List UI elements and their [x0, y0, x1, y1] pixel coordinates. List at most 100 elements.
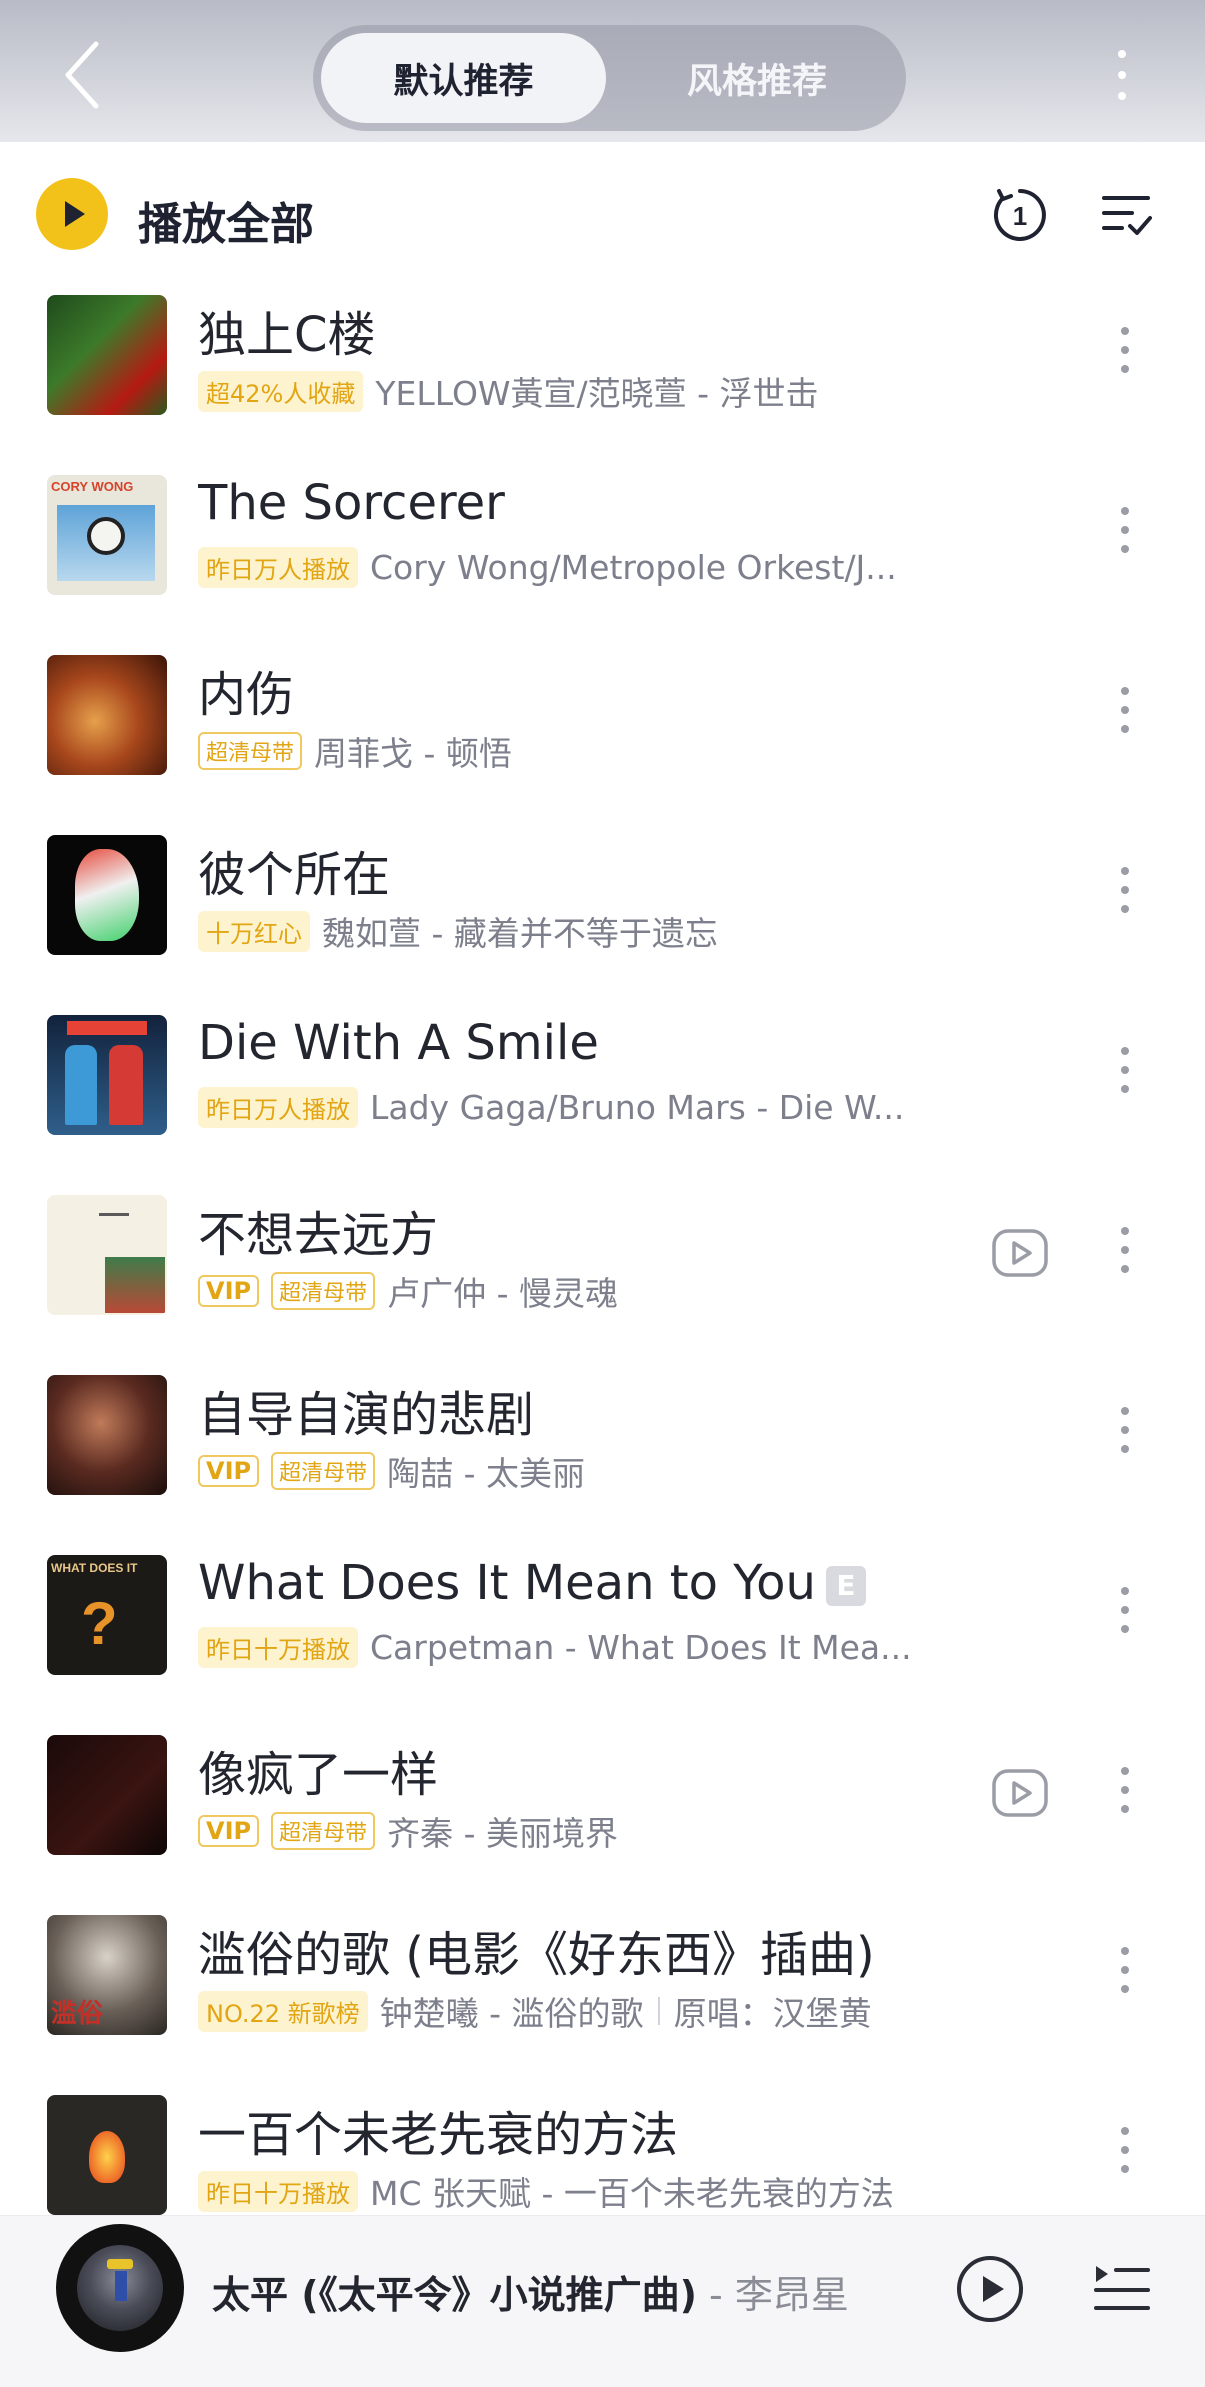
- now-playing-disc[interactable]: [56, 2224, 184, 2352]
- vip-badge: VIP: [198, 1275, 260, 1307]
- now-playing-title[interactable]: 太平 (《太平令》小说推广曲) - 李昂星: [212, 2264, 849, 2319]
- song-tag: 超清母带: [198, 732, 303, 770]
- album-cover: CORY WONG: [47, 475, 167, 595]
- play-all-button[interactable]: [36, 178, 108, 250]
- song-tag: NO.22 新歌榜: [198, 1990, 368, 2032]
- song-subtitle: 超清母带 周菲戈 - 顿悟: [198, 727, 512, 775]
- song-more-button[interactable]: [1110, 1755, 1140, 1825]
- now-playing-song: 太平 (《太平令》小说推广曲): [212, 2273, 697, 2317]
- song-subtitle: 昨日万人播放 Lady Gaga/Bruno Mars - Die W...: [198, 1087, 904, 1128]
- song-subtitle: NO.22 新歌榜 钟楚曦 - 滥俗的歌 原唱：汉堡黄: [198, 1987, 872, 2035]
- mv-play-icon[interactable]: [990, 1223, 1050, 1283]
- album-cover: [47, 1015, 167, 1135]
- single-loop-icon[interactable]: 1: [990, 185, 1050, 245]
- song-title-text: 不想去远方: [198, 1207, 439, 1263]
- song-more-button[interactable]: [1110, 1935, 1140, 2005]
- vip-badge: VIP: [198, 1815, 260, 1847]
- playlist-icon[interactable]: [1092, 2260, 1152, 2316]
- back-button[interactable]: [52, 38, 112, 112]
- song-title-text: What Does It Mean to You: [198, 1555, 816, 1611]
- song-row[interactable]: 独上C楼 超42%人收藏 YELLOW黃宣/范晓萱 - 浮世击: [0, 285, 1205, 465]
- more-vertical-icon: [1121, 1767, 1129, 1775]
- song-tag: 昨日万人播放: [198, 1087, 358, 1128]
- song-tag: 昨日十万播放: [198, 1627, 358, 1668]
- multi-select-icon[interactable]: [1100, 186, 1152, 242]
- artist-album: Carpetman - What Does It Mea...: [370, 1628, 912, 1667]
- song-tag: 超清母带: [271, 1272, 376, 1310]
- album-cover: 滥俗: [47, 1915, 167, 2035]
- song-title-text: 一百个未老先衰的方法: [198, 2107, 679, 2163]
- song-subtitle: 昨日十万播放 MC 张天赋 - 一百个未老先衰的方法: [198, 2167, 894, 2215]
- song-title: 滥俗的歌 (电影《好东西》插曲): [198, 1915, 875, 1985]
- artist-album: Lady Gaga/Bruno Mars - Die W...: [370, 1088, 905, 1127]
- song-title-text: 独上C楼: [198, 307, 376, 363]
- song-more-button[interactable]: [1110, 1035, 1140, 1105]
- album-cover: [47, 2095, 167, 2215]
- song-title: 内伤: [198, 655, 294, 725]
- song-row[interactable]: Die With A Smile 昨日万人播放 Lady Gaga/Bruno M…: [0, 1005, 1205, 1185]
- song-tag: 十万红心: [198, 910, 310, 952]
- top-bar: 默认推荐 风格推荐: [0, 0, 1205, 142]
- song-subtitle: VIP 超清母带 齐秦 - 美丽境界: [198, 1807, 618, 1855]
- song-more-button[interactable]: [1110, 495, 1140, 565]
- mv-play-icon[interactable]: [990, 1763, 1050, 1823]
- song-row[interactable]: 像疯了一样 VIP 超清母带 齐秦 - 美丽境界: [0, 1725, 1205, 1905]
- song-more-button[interactable]: [1110, 2115, 1140, 2185]
- play-all-label[interactable]: 播放全部: [138, 188, 314, 252]
- more-vertical-icon: [1121, 1227, 1129, 1235]
- album-cover: [47, 1375, 167, 1495]
- song-title: Die With A Smile: [198, 1015, 599, 1071]
- song-row[interactable]: CORY WONG The Sorcerer 昨日万人播放 Cory Wong/M…: [0, 465, 1205, 645]
- song-row[interactable]: 内伤 超清母带 周菲戈 - 顿悟: [0, 645, 1205, 825]
- more-vertical-icon: [1121, 687, 1129, 695]
- song-tag: 昨日万人播放: [198, 547, 358, 588]
- song-title-text: 像疯了一样: [198, 1747, 439, 1803]
- more-vertical-icon: [1121, 1587, 1129, 1595]
- song-title: What Does It Mean to You E: [198, 1555, 866, 1611]
- artist-album: 魏如萱 - 藏着并不等于遗忘: [322, 914, 718, 953]
- more-vertical-icon: [1121, 2127, 1129, 2135]
- artist-album: 钟楚曦 - 滥俗的歌: [379, 1994, 644, 2033]
- song-row[interactable]: 彼个所在 十万红心 魏如萱 - 藏着并不等于遗忘: [0, 825, 1205, 1005]
- more-options-button[interactable]: [1100, 38, 1144, 112]
- song-subtitle: 昨日万人播放 Cory Wong/Metropole Orkest/J...: [198, 547, 897, 588]
- tab-style-recommend[interactable]: 风格推荐: [616, 33, 898, 123]
- recommend-segmented-control: 默认推荐 风格推荐: [313, 25, 906, 131]
- song-tag: 超清母带: [271, 1452, 376, 1490]
- more-vertical-icon: [1121, 1047, 1129, 1055]
- song-title-text: Die With A Smile: [198, 1015, 599, 1071]
- divider: [657, 1997, 660, 2025]
- song-title-text: 内伤: [198, 667, 295, 723]
- song-row[interactable]: 滥俗 滥俗的歌 (电影《好东西》插曲) NO.22 新歌榜 钟楚曦 - 滥俗的歌原…: [0, 1905, 1205, 2085]
- loop-badge: 1: [1013, 201, 1027, 231]
- original-singer: 原唱：汉堡黄: [673, 1994, 872, 2033]
- song-more-button[interactable]: [1110, 675, 1140, 745]
- more-vertical-icon: [1121, 1947, 1129, 1955]
- song-tag: 昨日十万播放: [198, 2170, 358, 2212]
- artist-album: 周菲戈 - 顿悟: [314, 734, 512, 773]
- song-row[interactable]: 一百个未老先衰的方法 昨日十万播放 MC 张天赋 - 一百个未老先衰的方法: [0, 2085, 1205, 2215]
- song-more-button[interactable]: [1110, 1575, 1140, 1645]
- play-icon: [65, 201, 85, 227]
- song-row[interactable]: 自导自演的悲剧 VIP 超清母带 陶喆 - 太美丽: [0, 1365, 1205, 1545]
- more-vertical-icon: [1121, 327, 1129, 335]
- song-tag: 超清母带: [271, 1812, 376, 1850]
- more-vertical-icon: [1121, 507, 1129, 515]
- song-row[interactable]: 不想去远方 VIP 超清母带 卢广仲 - 慢灵魂: [0, 1185, 1205, 1365]
- song-more-button[interactable]: [1110, 1395, 1140, 1465]
- song-more-button[interactable]: [1110, 855, 1140, 925]
- tab-default-recommend[interactable]: 默认推荐: [321, 33, 606, 123]
- song-more-button[interactable]: [1110, 315, 1140, 385]
- artist-album: MC 张天赋 - 一百个未老先衰的方法: [370, 2174, 894, 2213]
- play-pause-icon[interactable]: [955, 2254, 1025, 2324]
- song-title: 自导自演的悲剧: [198, 1375, 534, 1445]
- more-vertical-icon: [1121, 867, 1129, 875]
- chevron-left-icon: [65, 41, 99, 109]
- song-title: 独上C楼: [198, 295, 376, 365]
- song-more-button[interactable]: [1110, 1215, 1140, 1285]
- explicit-badge: E: [825, 1566, 866, 1606]
- mini-player[interactable]: 太平 (《太平令》小说推广曲) - 李昂星: [0, 2215, 1205, 2387]
- song-subtitle: 十万红心 魏如萱 - 藏着并不等于遗忘: [198, 907, 718, 955]
- album-cover: WHAT DOES IT?: [47, 1555, 167, 1675]
- song-row[interactable]: WHAT DOES IT? What Does It Mean to You E …: [0, 1545, 1205, 1725]
